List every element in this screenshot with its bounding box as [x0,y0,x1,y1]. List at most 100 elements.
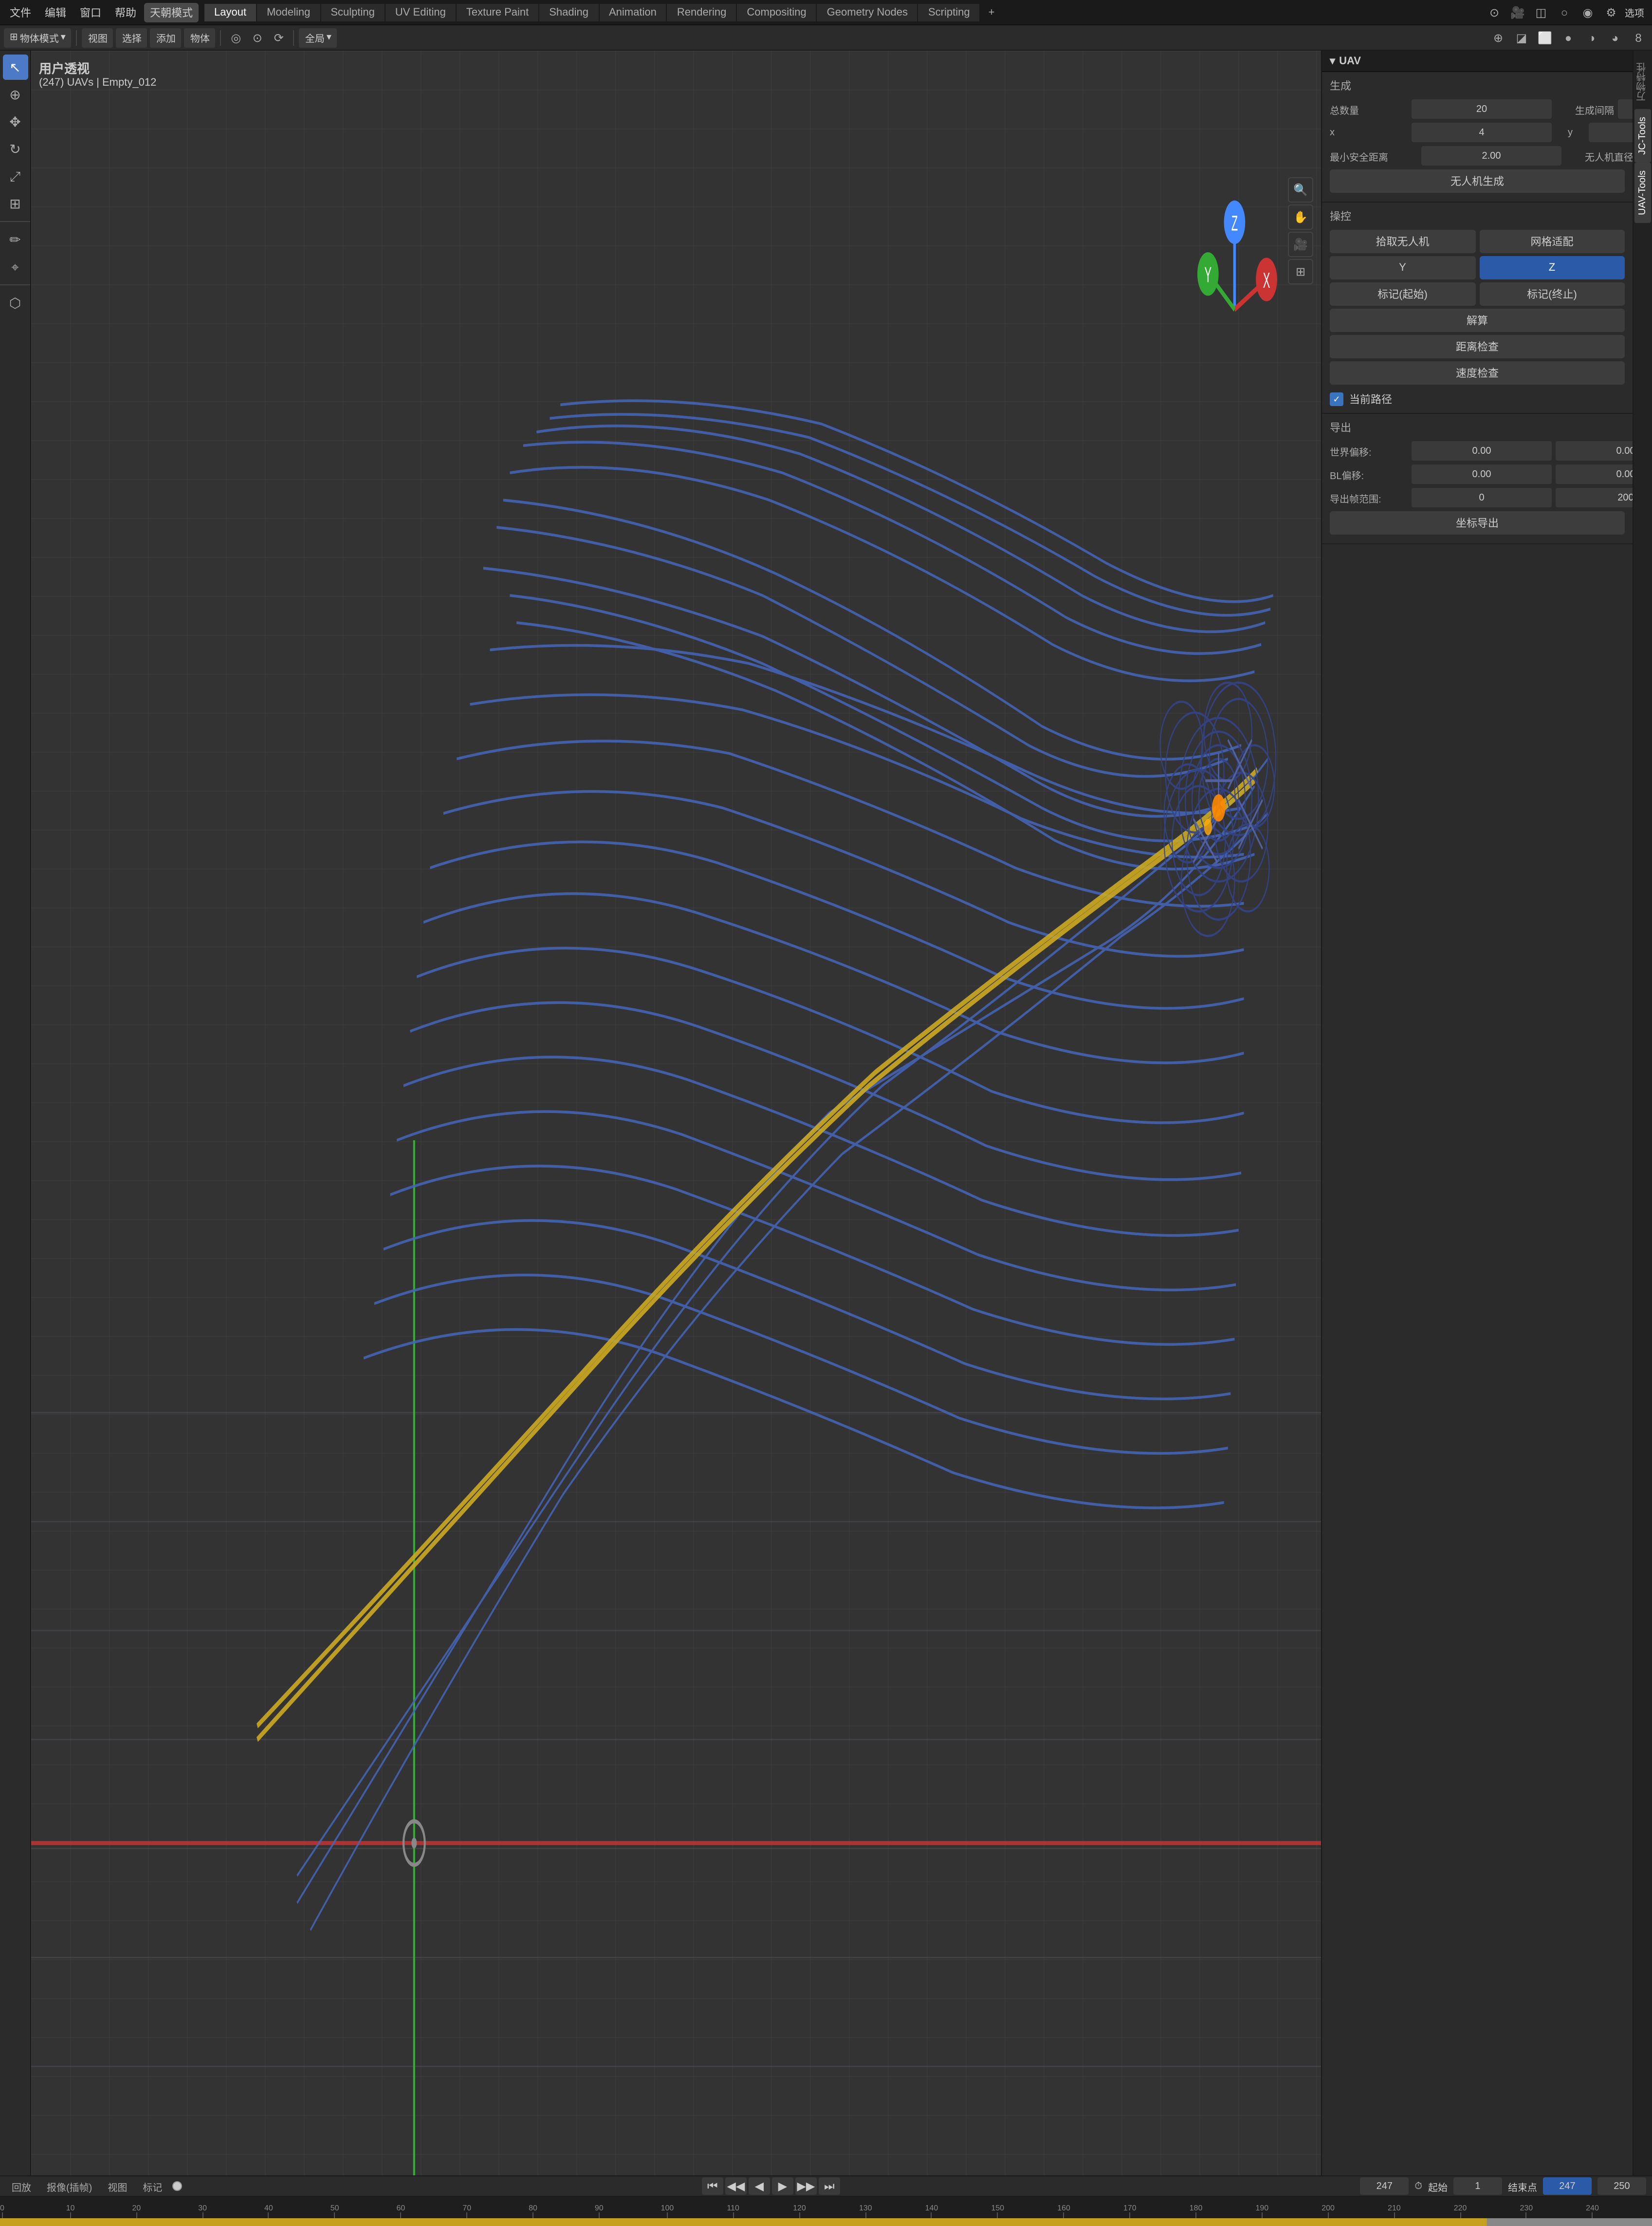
zoom-icon[interactable]: 🔍 [1288,177,1313,203]
tab-layout[interactable]: Layout [204,3,257,21]
add-btn[interactable]: 添加 [150,28,182,47]
keying-btn[interactable]: 报像(插帧) [41,2177,98,2195]
range-start-input[interactable] [1412,488,1552,507]
add-cube-tool-btn[interactable]: ⬡ [2,290,28,315]
view-btn[interactable]: 视图 [82,28,113,47]
view-timeline-btn[interactable]: 视图 [102,2177,133,2195]
z-axis-btn[interactable]: Z [1479,256,1625,279]
options-btn[interactable]: 选项 [1625,5,1644,19]
proportional-icon[interactable]: ⊙ [248,28,267,47]
move-tool-btn[interactable]: ✥ [2,109,28,134]
speed-check-btn[interactable]: 速度检查 [1330,361,1625,385]
add-workspace-tab[interactable]: + [981,3,1003,21]
menu-help[interactable]: 帮助 [109,2,142,22]
markers-btn[interactable]: 标记 [137,2177,168,2195]
jump-end-btn[interactable]: ⏭ [819,2177,840,2195]
export-coords-btn[interactable]: 坐标导出 [1330,511,1625,535]
timeline-ruler[interactable]: 0102030405060708090100110120130140150160… [0,2197,1652,2218]
tab-animation[interactable]: Animation [599,3,667,21]
mode-selector[interactable]: ⊞ 物体模式 ▾ [4,28,72,47]
bl-x-input[interactable] [1412,464,1552,484]
material-icon[interactable]: ◑ [1582,28,1601,47]
total-frames-input[interactable] [1597,2177,1646,2195]
scale-tool-btn[interactable]: ⤢ [2,164,28,189]
tab-uv-editing[interactable]: UV Editing [385,3,457,21]
current-frame-dot[interactable] [172,2181,182,2191]
prev-frame-btn[interactable]: ◀ [749,2177,770,2195]
solid-icon[interactable]: ● [1559,28,1578,47]
annotate-tool-btn[interactable]: ✏ [2,227,28,252]
overlay-icon[interactable]: ◉ [1578,2,1597,22]
object-btn[interactable]: 物体 [184,28,216,47]
playback-btn[interactable]: 回放 [6,2177,37,2195]
gizmo-icon[interactable]: ⊕ [1488,28,1508,47]
end-frame-input[interactable] [1543,2177,1592,2195]
render-icon[interactable]: 🎥 [1508,2,1527,22]
gen-interval-input[interactable] [1618,99,1633,119]
tab-modeling[interactable]: Modeling [257,3,321,21]
tab-texture-paint[interactable]: Texture Paint [457,3,539,21]
jc-tools-tab[interactable]: JC-Tools [1634,109,1651,163]
y-axis-btn[interactable]: Y [1330,256,1475,279]
y-input[interactable] [1589,123,1633,142]
mark-end-btn[interactable]: 标记(终止) [1479,282,1625,306]
range-end-input[interactable] [1556,488,1633,507]
safe-dist-input[interactable] [1421,146,1561,166]
measure-tool-btn[interactable]: ⌖ [2,254,28,279]
xray-icon[interactable]: ⬜ [1535,28,1555,47]
world-icon[interactable]: ○ [1555,2,1574,22]
render-preview-icon[interactable]: ◕ [1605,28,1625,47]
world-y-input[interactable] [1556,441,1633,461]
settings-icon[interactable]: ⚙ [1601,2,1621,22]
tab-sculpting[interactable]: Sculpting [321,3,385,21]
world-offset-row: 世界偏移: [1330,441,1625,461]
menu-chinese-mode[interactable]: 天朝模式 [144,2,199,22]
scene-icon[interactable]: ⊙ [1485,2,1504,22]
rotate-tool-btn[interactable]: ↻ [2,136,28,162]
menu-file[interactable]: 文件 [4,2,37,22]
world-x-input[interactable] [1412,441,1552,461]
current-path-checkbox[interactable]: ✓ [1330,392,1343,406]
jump-start-btn[interactable]: ⏮ [702,2177,723,2195]
tab-scripting[interactable]: Scripting [918,3,981,21]
bl-y-input[interactable] [1556,464,1633,484]
play-btn[interactable]: ▶ [772,2177,793,2195]
eight-icon[interactable]: 8 [1629,28,1648,47]
next-frame-btn[interactable]: ▶▶ [795,2177,817,2195]
cursor-tool-btn[interactable]: ⊕ [2,82,28,107]
start-frame-input[interactable] [1453,2177,1502,2195]
transform-tool-btn[interactable]: ⊞ [2,191,28,216]
tab-compositing[interactable]: Compositing [737,3,817,21]
pan-icon[interactable]: ✋ [1288,204,1313,230]
bl-offset-label: BL偏移: [1330,467,1408,482]
menu-edit[interactable]: 编辑 [39,2,72,22]
separator-1 [76,30,77,45]
tab-rendering[interactable]: Rendering [667,3,737,21]
mark-start-btn[interactable]: 标记(起始) [1330,282,1475,306]
total-count-input[interactable] [1412,99,1552,119]
x-input[interactable] [1412,123,1552,142]
menu-window[interactable]: 窗口 [74,2,107,22]
select-btn[interactable]: 选择 [116,28,147,47]
pickup-btn[interactable]: 拾取无人机 [1330,230,1475,253]
overlay-toggle[interactable]: ◪ [1512,28,1531,47]
viewport[interactable]: Z X Y 用户透视 (247) UAVs | Empty_012 🔍 ✋ 🎥 [31,51,1321,2175]
select-tool-btn[interactable]: ↖ [2,55,28,80]
prev-keyframe-btn[interactable]: ◀◀ [725,2177,747,2195]
uav-tools-tab[interactable]: UAV-Tools [1634,163,1651,223]
global-selector[interactable]: 全局 ▾ [299,28,337,47]
snap-icon[interactable]: ◎ [226,28,246,47]
camera-icon[interactable]: ⊞ [1288,259,1313,284]
tab-geometry-nodes[interactable]: Geometry Nodes [817,3,918,21]
transform-icon[interactable]: ⟳ [269,28,289,47]
viewport-icon[interactable]: ◫ [1531,2,1551,22]
tab-shading[interactable]: Shading [539,3,599,21]
grid-adapt-btn[interactable]: 网格适配 [1479,230,1625,253]
panel-collapse-icon[interactable]: ▾ [1330,55,1335,67]
generate-btn[interactable]: 无人机生成 [1330,169,1625,193]
distance-check-btn[interactable]: 距离检查 [1330,335,1625,358]
properties-tab[interactable]: 万物特性 [1633,55,1652,109]
current-frame-input[interactable] [1360,2177,1409,2195]
solve-btn[interactable]: 解算 [1330,309,1625,332]
orbit-icon[interactable]: 🎥 [1288,232,1313,257]
